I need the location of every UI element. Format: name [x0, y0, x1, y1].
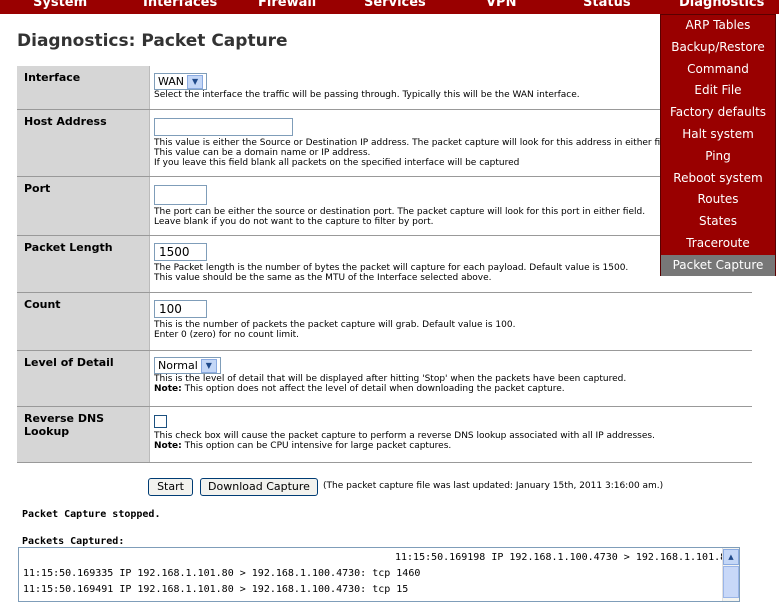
capture-line: 11:15:50.169198 IP 192.168.1.100.4730 > …: [395, 552, 733, 563]
interface-label: Interface: [17, 66, 150, 110]
scrollbar-thumb[interactable]: [723, 566, 739, 598]
reverse-dns-row: Reverse DNS Lookup This check box will c…: [17, 406, 752, 463]
host-address-input[interactable]: [154, 117, 293, 136]
menu-item-ping[interactable]: Ping: [661, 146, 775, 167]
note-label: Note:: [154, 440, 182, 451]
port-input[interactable]: [154, 184, 207, 205]
nav-diagnostics[interactable]: Diagnostics: [679, 0, 764, 10]
level-of-detail-value: Normal: [158, 358, 198, 372]
menu-item-command[interactable]: Command: [661, 59, 775, 80]
packet-length-row: Packet Length The Packet length is the n…: [17, 235, 752, 293]
nav-firewall[interactable]: Firewall: [258, 0, 316, 10]
reverse-dns-note: This option can be CPU intensive for lar…: [181, 440, 452, 451]
count-cell: This is the number of packets the packet…: [149, 292, 752, 351]
download-capture-button[interactable]: Download Capture: [200, 478, 318, 496]
menu-item-reboot-system[interactable]: Reboot system: [661, 168, 775, 189]
menu-item-routes[interactable]: Routes: [661, 189, 775, 210]
level-of-detail-select[interactable]: Normal ▼: [154, 356, 221, 374]
menu-item-edit-file[interactable]: Edit File: [661, 80, 775, 101]
capture-line: 11:15:50.169335 IP 192.168.1.101.80 > 19…: [23, 568, 421, 579]
interface-row: Interface WAN ▼ Select the interface the …: [17, 66, 752, 110]
host-label: Host Address: [17, 109, 150, 177]
packet-length-input[interactable]: [154, 242, 207, 261]
nav-services[interactable]: Services: [364, 0, 426, 10]
page-title: Diagnostics: Packet Capture: [17, 31, 288, 51]
packet-length-label: Packet Length: [17, 235, 150, 293]
level-of-detail-label: Level of Detail: [17, 350, 150, 407]
last-updated-text: (The packet capture file was last update…: [323, 481, 664, 491]
count-label: Count: [17, 292, 150, 351]
menu-item-factory-defaults[interactable]: Factory defaults: [661, 102, 775, 123]
capture-status-message: Packet Capture stopped.: [22, 509, 161, 520]
count-input[interactable]: [154, 299, 207, 318]
port-row: Port The port can be either the source o…: [17, 176, 752, 236]
nav-interfaces[interactable]: Interfaces: [143, 0, 217, 10]
count-desc-2: Enter 0 (zero) for no count limit.: [154, 329, 299, 340]
capture-line: 11:15:50.169491 IP 192.168.1.101.80 > 19…: [23, 584, 409, 595]
menu-item-traceroute[interactable]: Traceroute: [661, 233, 775, 254]
packet-capture-form: Interface WAN ▼ Select the interface the …: [17, 66, 752, 463]
output-scrollbar[interactable]: ▲: [722, 548, 739, 601]
reverse-dns-desc-1: This check box will cause the packet cap…: [154, 430, 655, 441]
reverse-dns-checkbox[interactable]: [154, 414, 167, 428]
reverse-dns-label: Reverse DNS Lookup: [17, 406, 150, 463]
scroll-up-arrow-icon[interactable]: ▲: [723, 549, 739, 565]
top-nav-bar: System Interfaces Firewall Services VPN …: [0, 0, 779, 14]
note-label: Note:: [154, 383, 182, 394]
level-of-detail-desc-1: This is the level of detail that will be…: [154, 373, 627, 384]
level-of-detail-note: This option does not affect the level of…: [181, 383, 565, 394]
interface-select-value: WAN: [158, 75, 185, 88]
nav-status[interactable]: Status: [583, 0, 631, 10]
interface-select[interactable]: WAN ▼: [154, 73, 208, 90]
diagnostics-dropdown-menu: ARP Tables Backup/Restore Command Edit F…: [660, 14, 776, 276]
nav-system[interactable]: System: [33, 0, 87, 10]
packets-captured-label: Packets Captured:: [22, 536, 125, 547]
reverse-dns-desc-2: Note: This option can be CPU intensive f…: [154, 441, 752, 451]
level-of-detail-desc-2: Note: This option does not affect the le…: [154, 384, 752, 394]
packets-captured-output[interactable]: 11:15:50.169198 IP 192.168.1.100.4730 > …: [18, 547, 740, 602]
level-of-detail-cell: Normal ▼ This is the level of detail that…: [149, 350, 752, 407]
port-label: Port: [17, 176, 150, 236]
host-row: Host Address This value is either the So…: [17, 109, 752, 177]
menu-item-backup-restore[interactable]: Backup/Restore: [661, 37, 775, 58]
menu-item-packet-capture[interactable]: Packet Capture: [661, 255, 775, 276]
menu-item-halt-system[interactable]: Halt system: [661, 124, 775, 145]
count-desc-1: This is the number of packets the packet…: [154, 319, 516, 330]
nav-vpn[interactable]: VPN: [486, 0, 516, 10]
reverse-dns-cell: This check box will cause the packet cap…: [149, 406, 752, 463]
start-button[interactable]: Start: [148, 478, 193, 496]
menu-item-states[interactable]: States: [661, 211, 775, 232]
chevron-down-icon: ▼: [200, 358, 217, 373]
menu-item-arp-tables[interactable]: ARP Tables: [661, 15, 775, 36]
count-row: Count This is the number of packets the …: [17, 292, 752, 351]
level-of-detail-row: Level of Detail Normal ▼ This is the leve…: [17, 350, 752, 407]
chevron-down-icon: ▼: [187, 75, 204, 89]
